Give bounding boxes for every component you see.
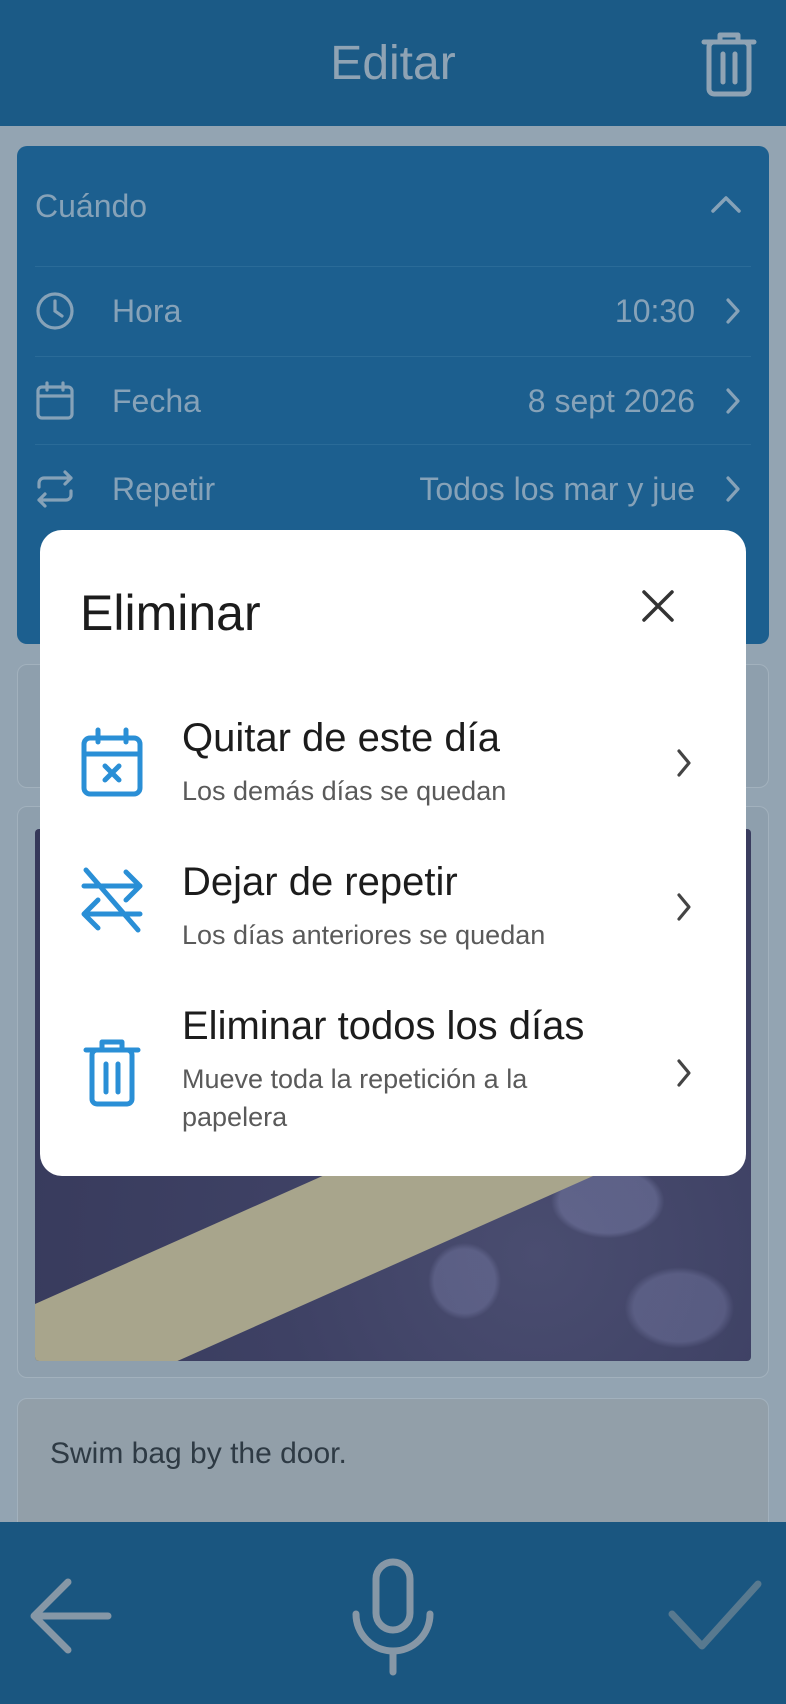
date-value: 8 sept 2026 bbox=[527, 383, 695, 419]
trash-icon[interactable] bbox=[700, 30, 758, 98]
option-subtitle: Los demás días se quedan bbox=[182, 776, 507, 806]
option-subtitle: Los días anteriores se quedan bbox=[182, 920, 546, 950]
chevron-up-icon[interactable] bbox=[711, 194, 741, 214]
bottom-bar bbox=[0, 1522, 786, 1704]
dialog-title: Eliminar bbox=[80, 585, 261, 641]
chevron-right-icon bbox=[726, 298, 740, 324]
time-value: 10:30 bbox=[614, 293, 695, 329]
chevron-right-icon bbox=[726, 388, 740, 414]
chevron-right-icon bbox=[677, 893, 691, 921]
top-app-bar: Editar bbox=[0, 0, 786, 126]
repeat-icon bbox=[37, 470, 73, 508]
chevron-right-icon bbox=[726, 476, 740, 502]
microphone-icon[interactable] bbox=[350, 1558, 436, 1676]
time-row[interactable]: Hora 10:30 bbox=[35, 266, 751, 354]
calendar-remove-icon bbox=[81, 727, 143, 797]
time-label: Hora bbox=[112, 293, 182, 329]
check-icon[interactable] bbox=[668, 1578, 762, 1652]
repeat-value: Todos los mar y jue bbox=[419, 471, 695, 507]
repeat-off-icon bbox=[81, 867, 143, 933]
stop-repeating-option[interactable]: Dejar de repetir Los días anteriores se … bbox=[40, 860, 746, 982]
when-section-label: Cuándo bbox=[35, 188, 148, 224]
option-title: Dejar de repetir bbox=[182, 860, 458, 904]
repeat-row[interactable]: Repetir Todos los mar y jue bbox=[35, 444, 751, 532]
date-row[interactable]: Fecha 8 sept 2026 bbox=[35, 356, 751, 444]
trash-icon bbox=[83, 1039, 141, 1107]
delete-all-days-option[interactable]: Eliminar todos los días Mueve toda la re… bbox=[40, 1004, 746, 1156]
option-title: Quitar de este día bbox=[182, 716, 500, 760]
arrow-left-icon[interactable] bbox=[28, 1576, 112, 1656]
chevron-right-icon bbox=[677, 749, 691, 777]
close-icon[interactable] bbox=[640, 588, 676, 624]
clock-icon bbox=[36, 292, 74, 330]
option-subtitle: Mueve toda la repetición a la papelera bbox=[182, 1064, 528, 1132]
note-text: Swim bag by the door. bbox=[50, 1437, 347, 1470]
page-title: Editar bbox=[330, 37, 456, 90]
date-label: Fecha bbox=[112, 383, 201, 419]
calendar-icon bbox=[36, 381, 74, 420]
remove-this-day-option[interactable]: Quitar de este día Los demás días se que… bbox=[40, 716, 746, 838]
option-title: Eliminar todos los días bbox=[182, 1004, 585, 1048]
delete-dialog: Eliminar Quitar de este día Los demás dí… bbox=[40, 530, 746, 1176]
repeat-label: Repetir bbox=[112, 471, 216, 507]
chevron-right-icon bbox=[677, 1059, 691, 1087]
